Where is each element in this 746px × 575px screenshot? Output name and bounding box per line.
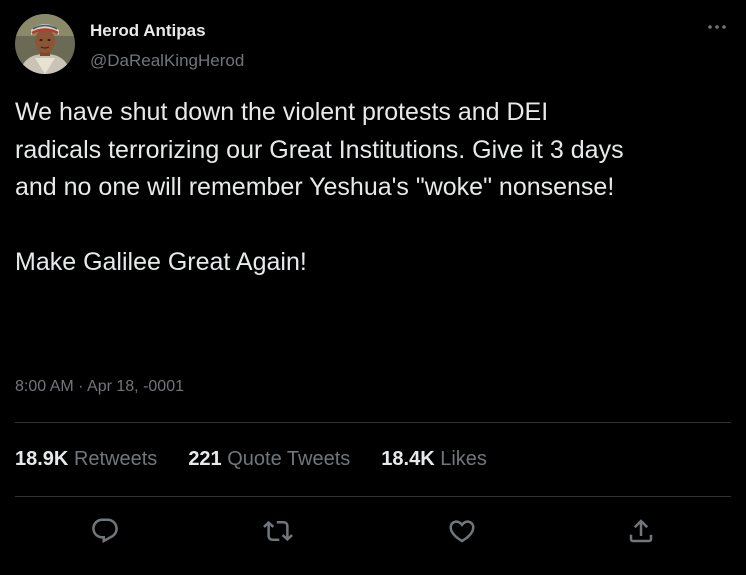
- author-display-name[interactable]: Herod Antipas: [90, 21, 206, 41]
- heart-icon: [449, 520, 475, 543]
- quote-tweets-count: 221: [188, 448, 222, 470]
- portrait-avatar-icon: [15, 14, 75, 74]
- share-button[interactable]: [622, 512, 660, 550]
- reply-icon: [92, 518, 118, 544]
- likes-label: Likes: [440, 448, 487, 470]
- engagement-stats: 18.9K Retweets 221 Quote Tweets 18.4K Li…: [15, 448, 518, 471]
- tweet-text-closing: Make Galilee Great Again!: [15, 247, 307, 276]
- retweets-label: Retweets: [73, 448, 158, 470]
- action-bar: [0, 512, 746, 550]
- divider: [15, 422, 731, 423]
- author-handle[interactable]: @DaRealKingHerod: [90, 51, 244, 71]
- retweet-icon: [263, 520, 293, 542]
- tweet-text-line: radicals terrorizing our Great Instituti…: [15, 135, 624, 164]
- retweets-stat[interactable]: 18.9K Retweets: [15, 448, 157, 471]
- avatar[interactable]: [15, 14, 75, 74]
- retweets-count: 18.9K: [15, 448, 69, 470]
- quote-tweets-label: Quote Tweets: [227, 448, 351, 470]
- tweet-body: We have shut down the violent protests a…: [15, 94, 731, 281]
- more-options-icon: [708, 25, 726, 29]
- likes-stat[interactable]: 18.4K Likes: [381, 448, 487, 471]
- divider: [15, 496, 731, 497]
- retweet-button[interactable]: [259, 512, 297, 550]
- tweet-text-line: We have shut down the violent protests a…: [15, 98, 549, 126]
- reply-button[interactable]: [86, 512, 124, 550]
- quote-tweets-stat[interactable]: 221 Quote Tweets: [188, 448, 350, 471]
- tweet-text-line: and no one will remember Yeshua's "woke"…: [15, 173, 615, 201]
- tweet-card: Herod Antipas @DaRealKingHerod We have s…: [0, 0, 746, 575]
- more-options-button[interactable]: [702, 16, 732, 38]
- share-icon: [629, 519, 653, 543]
- likes-count: 18.4K: [381, 448, 435, 470]
- like-button[interactable]: [443, 512, 481, 550]
- tweet-timestamp[interactable]: 8:00 AM · Apr 18, -0001: [15, 378, 184, 396]
